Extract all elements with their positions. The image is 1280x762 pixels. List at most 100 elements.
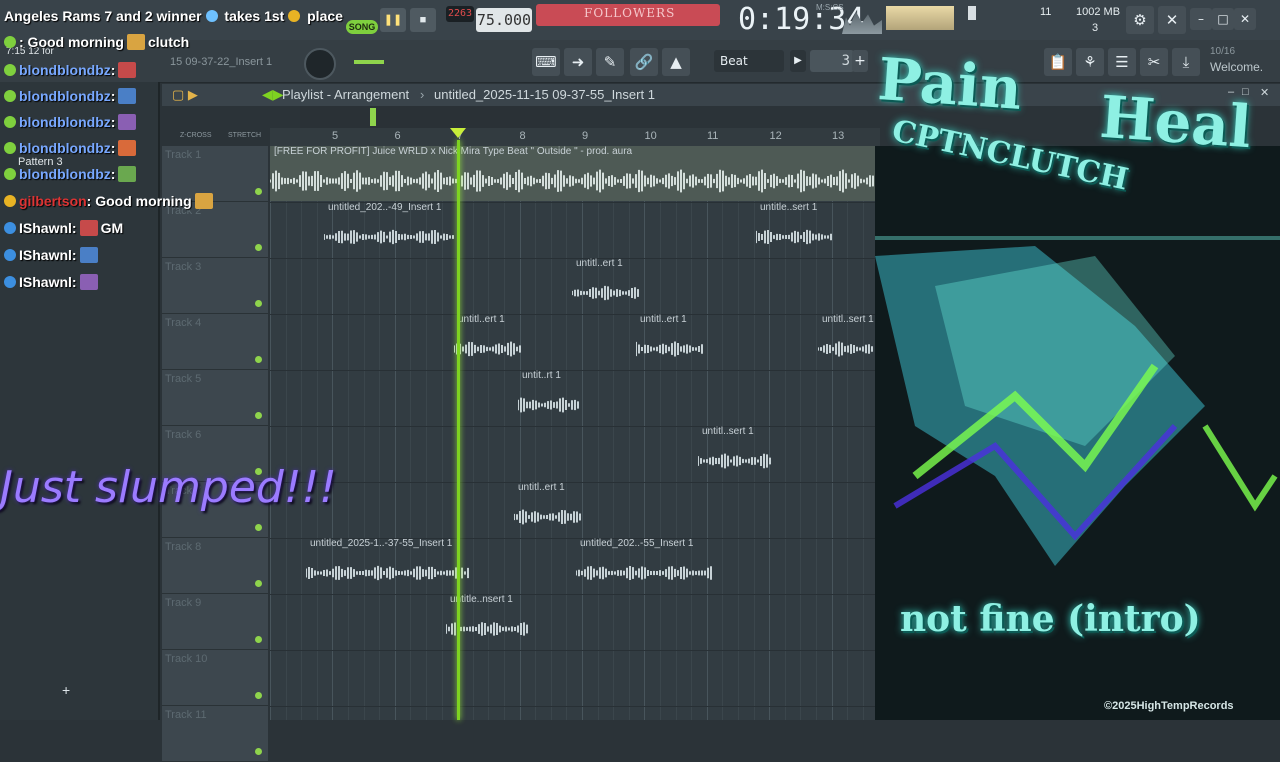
close-icon[interactable]: ✕ [1234,8,1256,30]
snap-select[interactable]: Beat [714,50,784,72]
emote-icon [118,62,137,78]
timeline-ruler[interactable]: 5 6 7 8 9 10 11 12 13 [270,128,880,146]
maximize-icon[interactable]: □ [1212,8,1234,30]
song-mode-toggle[interactable]: SONG [346,20,378,34]
grid-line [550,146,552,720]
piano-icon[interactable]: ⌨ [532,48,560,76]
ticker-text: Angeles Rams 7 and 2 winner [4,8,202,24]
waveform-path [306,565,469,581]
audio-clip[interactable]: untitl..ert 1 [454,314,524,369]
chat-badge-icon [4,90,16,102]
stamp-icon[interactable]: ▲ [662,48,690,76]
minimize-icon[interactable]: – [1190,8,1212,30]
chat-username: blondblondbz [19,166,111,182]
clip-waveform [324,229,454,245]
arrow-right-icon[interactable]: ➜ [564,48,592,76]
master-volume-knob[interactable] [304,48,336,80]
audio-clip[interactable]: untitl..ert 1 [514,482,584,537]
mixer-icon[interactable]: ☰ [1108,48,1136,76]
ticker-place: place [307,8,343,24]
medal-icon [205,10,218,22]
track-header[interactable]: Track 2 [162,202,268,258]
brush-icon[interactable]: ✎ [596,48,624,76]
chat-text: : Good morning [19,34,124,50]
add-pattern-icon[interactable]: + [852,50,868,72]
track-enable-icon[interactable] [255,692,262,699]
art-credit: ©2025HighTempRecords [1104,700,1234,712]
art-title-word-1: Pain [875,45,1025,123]
track-enable-icon[interactable] [255,300,262,307]
track-enable-icon[interactable] [255,636,262,643]
waveform-path [324,229,454,245]
waveform-path [576,566,712,580]
track-header[interactable]: Track 9 [162,594,268,650]
track-header[interactable]: Track 10 [162,650,268,706]
playlist-grid[interactable]: [FREE FOR PROFIT] Juice WRLD x Nick Mira… [270,146,876,720]
cut-icon[interactable]: ✂ [1140,48,1168,76]
row-divider [270,314,876,315]
stop-button[interactable]: ■ [410,8,436,32]
audio-clip[interactable]: [FREE FOR PROFIT] Juice WRLD x Nick Mira… [270,146,876,201]
add-icon[interactable]: + [62,682,70,698]
play-pattern-icon[interactable]: ▶ [790,50,806,72]
breadcrumb-separator: › [420,87,425,102]
track-enable-icon[interactable] [255,188,262,195]
ruler-mark: 13 [832,130,845,142]
track-enable-icon[interactable] [255,356,262,363]
master-pitch-slider[interactable] [354,60,384,64]
clip-name: untitl..ert 1 [518,482,565,493]
audio-clip[interactable]: untitled_202..-55_Insert 1 [576,538,714,593]
grid-line [301,146,303,720]
playlist-close-icon[interactable]: ✕ [1260,86,1269,99]
chat-username: gilbertson [19,193,87,209]
track-enable-icon[interactable] [255,524,262,531]
clip-name: [FREE FOR PROFIT] Juice WRLD x Nick Mira… [274,146,633,157]
volume-meter [886,6,954,30]
track-header[interactable]: Track 3 [162,258,268,314]
waveform-path [818,341,873,357]
track-label: Track 4 [165,317,202,329]
track-header[interactable]: Track 5 [162,370,268,426]
track-label: Track 1 [165,149,202,161]
ruler-mark: 11 [707,130,719,142]
tools-icon[interactable]: ✕ [1158,6,1186,34]
settings-icon[interactable]: ⚙ [1126,6,1154,34]
clip-waveform [454,341,521,357]
track-header[interactable]: Track 11 [162,706,268,762]
waveform-path [636,341,703,357]
clip-name: untitle..sert 1 [760,202,818,213]
track-enable-icon[interactable] [255,244,262,251]
tools-icon-2[interactable]: ▢ ▶ [172,87,198,103]
audio-clip[interactable]: untitl..sert 1 [698,426,774,481]
grid-line [691,146,693,720]
clipboard-icon[interactable]: 📋 [1044,48,1072,76]
audio-clip[interactable]: untitled_2025-1..-37-55_Insert 1 [306,538,472,593]
chat-badge-icon [4,64,16,76]
audio-clip[interactable]: untitl..sert 1 [818,314,876,369]
chat-text: : [110,114,116,130]
audio-clip[interactable]: untitl..ert 1 [636,314,706,369]
track-header[interactable]: Track 8 [162,538,268,594]
clip-waveform [698,453,771,469]
link-icon[interactable]: 🔗 [630,48,658,76]
playlist-nav-icon[interactable]: ◀▶ [262,86,284,103]
track-enable-icon[interactable] [255,412,262,419]
audio-clip[interactable]: untitled_202..-49_Insert 1 [324,202,458,257]
chat-message: gilbertson: Good morning [4,193,216,209]
pause-button[interactable]: ❚❚ [380,8,406,32]
audio-clip[interactable]: untitle..sert 1 [756,202,836,257]
pattern-number[interactable]: 3 [810,50,854,72]
track-enable-icon[interactable] [255,580,262,587]
chat-badge-icon [4,249,16,261]
tempo-display[interactable]: 75.000 [476,8,532,32]
row-divider [270,426,876,427]
plugin-icon[interactable]: ⚘ [1076,48,1104,76]
horizontal-scrollbar[interactable] [300,106,550,128]
waveform-path [756,229,832,245]
audio-clip[interactable]: untit..rt 1 [518,370,582,425]
track-header[interactable]: Track 4 [162,314,268,370]
audio-clip[interactable]: untitl..ert 1 [572,258,642,313]
track-enable-icon[interactable] [255,748,262,755]
download-icon[interactable]: ⤓ [1172,48,1200,76]
playhead-marker[interactable] [450,128,468,140]
